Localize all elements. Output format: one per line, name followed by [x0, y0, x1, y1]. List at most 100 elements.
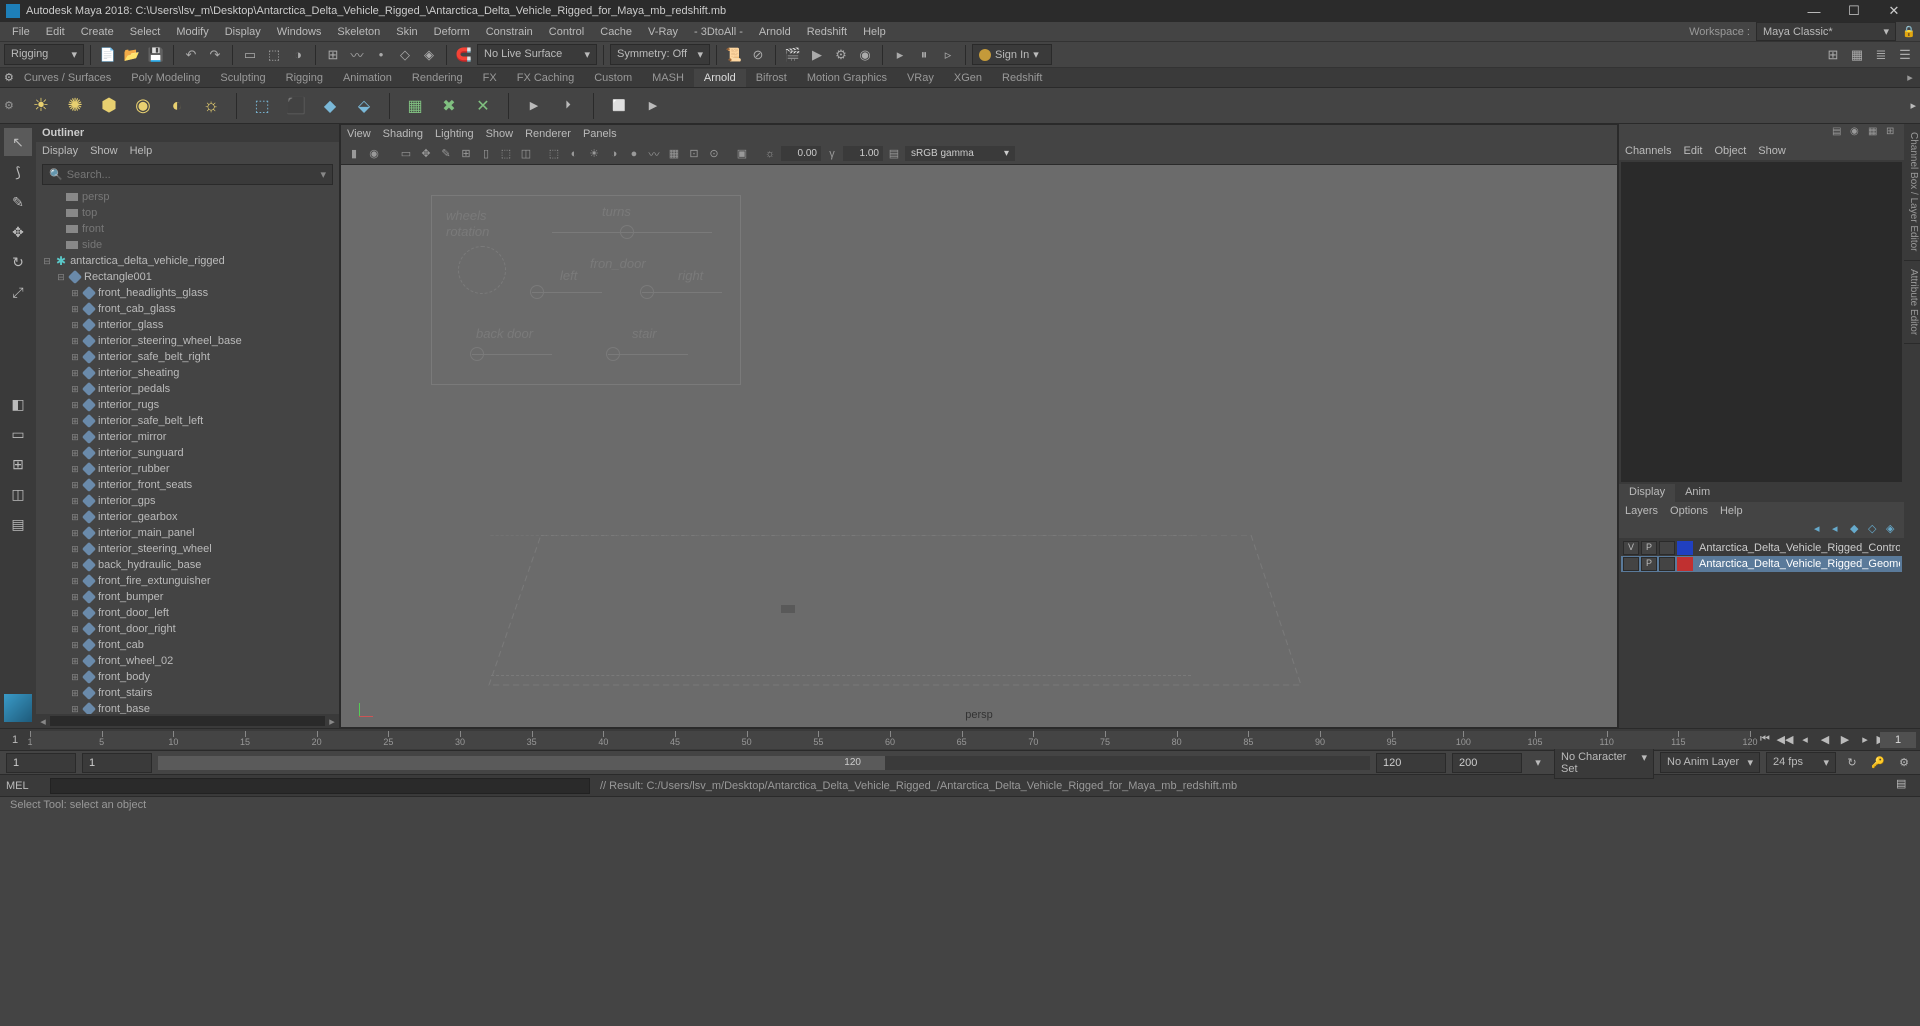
cb-menu-channels[interactable]: Channels [1625, 145, 1671, 157]
menu-constrain[interactable]: Constrain [478, 26, 541, 38]
outliner-item[interactable]: ⊞interior_pedals [42, 381, 339, 397]
select-mode-icon[interactable]: ▭ [239, 44, 261, 66]
vp-select-camera-icon[interactable]: ▮ [345, 145, 363, 163]
expand-icon[interactable]: ⊞ [70, 624, 80, 635]
rig-left-handle[interactable] [530, 285, 544, 299]
skydome-light-icon[interactable]: ✺ [60, 91, 90, 121]
outliner-item[interactable]: ⊞interior_gps [42, 493, 339, 509]
vp-view-transform-dropdown[interactable]: sRGB gamma▾ [905, 146, 1015, 161]
layer-name[interactable]: Antarctica_Delta_Vehicle_Rigged_Geometry [1695, 558, 1900, 570]
menu-edit[interactable]: Edit [38, 26, 73, 38]
expand-icon[interactable]: ⊞ [70, 512, 80, 523]
paint-tool-icon[interactable]: ✎ [4, 188, 32, 216]
expand-icon[interactable]: ⊞ [70, 528, 80, 539]
vp-ao-icon[interactable]: ● [625, 145, 643, 163]
script-editor-icon[interactable]: ▤ [1896, 777, 1914, 795]
expand-icon[interactable]: ⊞ [70, 368, 80, 379]
menu-arnold[interactable]: Arnold [751, 26, 799, 38]
vp-resolution-gate-icon[interactable]: ⬚ [497, 145, 515, 163]
layer-row[interactable]: P Antarctica_Delta_Vehicle_Rigged_Geomet… [1621, 556, 1902, 572]
outliner-item[interactable]: ⊞interior_sunguard [42, 445, 339, 461]
ipr-button-icon[interactable]: ⏵ [553, 91, 583, 121]
range-playback-end[interactable]: 120 [1376, 753, 1446, 773]
shelf-tab-fx[interactable]: FX [473, 69, 507, 87]
vp-grease-icon[interactable]: ✎ [437, 145, 455, 163]
vp-menu-renderer[interactable]: Renderer [525, 128, 571, 140]
history-icon[interactable]: 📜 [723, 44, 745, 66]
two-pane-icon[interactable]: ◫ [4, 480, 32, 508]
vp-gate-mask-icon[interactable]: ◫ [517, 145, 535, 163]
volume-icon[interactable]: ◆ [315, 91, 345, 121]
live-surface-icon[interactable]: 🧲 [453, 44, 475, 66]
outliner-group-item[interactable]: ⊟Rectangle001 [42, 269, 339, 285]
history-off-icon[interactable]: ⊘ [747, 44, 769, 66]
rig-wheel-dial[interactable] [458, 246, 506, 294]
character-set-dropdown[interactable]: No Character Set▾ [1554, 747, 1654, 779]
vp-gamma-icon[interactable]: γ [823, 145, 841, 163]
open-scene-icon[interactable]: 📂 [121, 44, 143, 66]
expand-icon[interactable]: ⊞ [70, 400, 80, 411]
outliner-item[interactable]: ⊞front_fire_extunguisher [42, 573, 339, 589]
rig-backdoor-handle[interactable] [470, 347, 484, 361]
snap-grid-icon[interactable]: ⊞ [322, 44, 344, 66]
vp-textured-icon[interactable]: ▦ [665, 145, 683, 163]
outliner-item[interactable]: ⊞interior_rubber [42, 461, 339, 477]
range-playback-start[interactable]: 1 [82, 753, 152, 773]
menu-modify[interactable]: Modify [168, 26, 216, 38]
scale-tool-icon[interactable]: ⤢ [4, 278, 32, 306]
undo-icon[interactable]: ↶ [180, 44, 202, 66]
outliner-item[interactable]: ⊞interior_main_panel [42, 525, 339, 541]
tool-settings-icon[interactable]: ▦ [1868, 126, 1882, 140]
play-backward-icon[interactable]: ◀ [1816, 731, 1834, 749]
vp-xray-icon[interactable]: ⊡ [685, 145, 703, 163]
flush-textures-icon[interactable]: ✖ [434, 91, 464, 121]
vp-menu-lighting[interactable]: Lighting [435, 128, 474, 140]
vp-menu-panels[interactable]: Panels [583, 128, 617, 140]
outliner-item[interactable]: ⊞interior_mirror [42, 429, 339, 445]
expand-icon[interactable]: ⊞ [70, 592, 80, 603]
outliner-item[interactable]: ⊞interior_rugs [42, 397, 339, 413]
shelf-tab-rigging[interactable]: Rigging [276, 69, 333, 87]
menu-skeleton[interactable]: Skeleton [329, 26, 388, 38]
range-anim-end[interactable]: 200 [1452, 753, 1522, 773]
current-frame[interactable]: 1 [1880, 732, 1916, 748]
outliner-item[interactable]: ⊞front_door_right [42, 621, 339, 637]
outliner-item[interactable]: ⊞interior_safe_belt_left [42, 413, 339, 429]
outliner-item[interactable]: ⊞front_stairs [42, 685, 339, 701]
menu-create[interactable]: Create [73, 26, 122, 38]
vp-wireframe-icon[interactable]: ⬚ [545, 145, 563, 163]
vp-smooth-shade-icon[interactable]: ◐ [565, 145, 583, 163]
outliner-menu-display[interactable]: Display [42, 145, 78, 157]
menu-deform[interactable]: Deform [426, 26, 478, 38]
outliner-item[interactable]: ⊞interior_glass [42, 317, 339, 333]
layer-visibility-toggle[interactable]: V [1623, 541, 1639, 555]
render-view-icon[interactable]: ⬜ [604, 91, 634, 121]
shelf-tab-sculpt[interactable]: Sculpting [210, 69, 275, 87]
layer-visibility-toggle[interactable] [1623, 557, 1639, 571]
single-pane-icon[interactable]: ▭ [4, 420, 32, 448]
vp-2d-pan-icon[interactable]: ✥ [417, 145, 435, 163]
maximize-button[interactable]: ☐ [1834, 0, 1874, 22]
snap-curve-icon[interactable]: 〰 [346, 44, 368, 66]
layer-color-swatch[interactable] [1677, 541, 1693, 555]
expand-icon[interactable]: ⊞ [70, 656, 80, 667]
expand-icon[interactable]: ⊞ [70, 672, 80, 683]
side-tab-channel-box[interactable]: Channel Box / Layer Editor [1904, 124, 1920, 261]
vp-film-gate-icon[interactable]: ▯ [477, 145, 495, 163]
outliner-item[interactable]: ⊞front_cab_glass [42, 301, 339, 317]
vp-motion-blur-icon[interactable]: 〰 [645, 145, 663, 163]
vp-isolate-icon[interactable]: ▣ [733, 145, 751, 163]
layer-tab-anim[interactable]: Anim [1675, 484, 1720, 502]
render-button-icon[interactable]: ▶ [519, 91, 549, 121]
step-back-icon[interactable]: ◂ [1796, 731, 1814, 749]
outliner-camera-item[interactable]: top [42, 205, 339, 221]
outliner-search[interactable]: 🔍 Search... ▾ [42, 164, 333, 185]
snap-point-icon[interactable]: • [370, 44, 392, 66]
expand-icon[interactable]: ⊞ [70, 464, 80, 475]
rig-stair-track[interactable] [608, 354, 688, 355]
attribute-editor-icon[interactable]: ◉ [1850, 126, 1864, 140]
range-track[interactable]: 120 [158, 756, 1370, 770]
outliner-item[interactable]: ⊞interior_sheating [42, 365, 339, 381]
outliner-item[interactable]: ⊞interior_steering_wheel [42, 541, 339, 557]
viewport-canvas[interactable]: wheels rotation turns fron_door left rig… [341, 165, 1617, 727]
